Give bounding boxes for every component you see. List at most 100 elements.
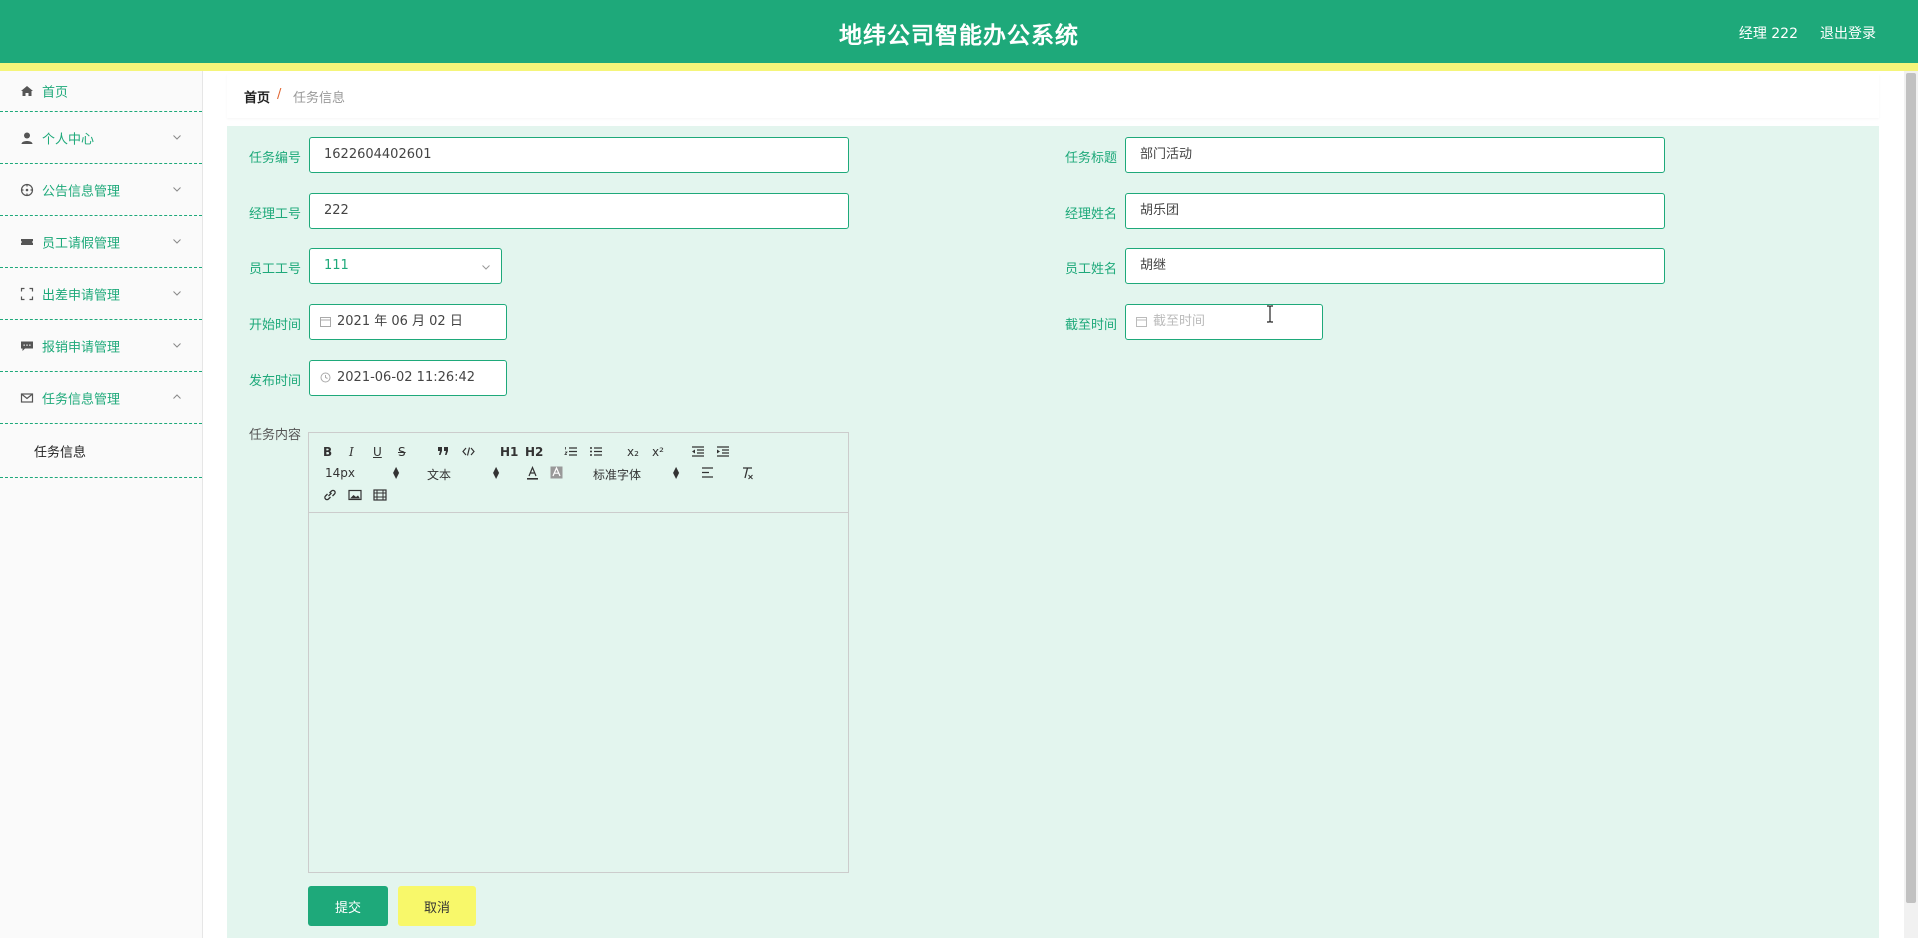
calendar-icon <box>320 317 331 327</box>
italic-button[interactable]: I <box>349 445 354 459</box>
sidebar-item-announcements[interactable]: 公告信息管理 <box>0 164 202 216</box>
start-time-datepicker[interactable]: 2021 年 06 月 02 日 <box>309 304 507 340</box>
strike-button[interactable]: S <box>398 445 406 459</box>
rich-text-editor: B I U S H1 H2 x₂ x² 14px ▲ ▼ 文本 ▲ ▼ 标准字体… <box>308 432 849 873</box>
sidebar-item-label: 首页 <box>42 85 69 101</box>
text-cursor-icon <box>1267 305 1273 323</box>
manager-no-label: 经理工号 <box>249 207 302 222</box>
font-size-value: 14px <box>325 466 355 480</box>
manager-name-input[interactable]: 胡乐团 <box>1125 193 1665 229</box>
chevron-down-icon <box>173 134 181 140</box>
sidebar-item-home[interactable]: 首页 <box>0 71 202 112</box>
task-title-label: 任务标题 <box>1065 151 1118 166</box>
sidebar-item-task-management[interactable]: 任务信息管理 <box>0 372 202 424</box>
image-icon[interactable] <box>348 489 362 501</box>
task-title-input[interactable]: 部门活动 <box>1125 137 1665 173</box>
home-icon <box>21 86 33 96</box>
manager-name-label: 经理姓名 <box>1065 207 1118 222</box>
subscript-button[interactable]: x₂ <box>627 445 639 459</box>
chevron-down-icon <box>173 342 181 348</box>
clock-icon <box>320 372 331 383</box>
sidebar-item-label: 员工请假管理 <box>42 236 121 251</box>
underline-button[interactable]: U <box>373 445 382 459</box>
superscript-button[interactable]: x² <box>652 445 664 459</box>
outdent-icon[interactable] <box>691 446 705 457</box>
cancel-button[interactable]: 取消 <box>398 886 476 926</box>
sidebar-item-label: 个人中心 <box>42 132 95 147</box>
header-select-value: 文本 <box>427 468 452 482</box>
employee-name-input[interactable]: 胡继 <box>1125 248 1665 284</box>
breadcrumb-home[interactable]: 首页 <box>244 87 270 106</box>
link-icon[interactable] <box>323 489 337 501</box>
chevron-down-icon <box>173 238 181 244</box>
sidebar-item-label: 任务信息管理 <box>42 392 121 407</box>
background-color-icon[interactable] <box>550 466 563 480</box>
end-time-label: 截至时间 <box>1065 318 1118 333</box>
sidebar-item-business-trip[interactable]: 出差申请管理 <box>0 268 202 320</box>
select-arrows-icon: ▲ ▼ <box>673 465 680 480</box>
employee-no-select[interactable]: 111 <box>309 248 502 284</box>
task-no-label: 任务编号 <box>249 151 302 166</box>
compass-icon <box>20 183 34 196</box>
fullscreen-icon <box>20 287 34 300</box>
publish-time-label: 发布时间 <box>249 374 302 389</box>
calendar-icon <box>1136 317 1147 327</box>
app-title: 地纬公司智能办公系统 <box>839 23 1079 49</box>
publish-time-datepicker[interactable]: 2021-06-02 11:26:42 <box>309 360 507 396</box>
sidebar: 首页 个人中心 公告信息管理 员工请假管理 出差申请管理 报销申请管理 任务信息… <box>0 71 203 938</box>
header-stripe <box>0 63 1918 71</box>
editor-toolbar: B I U S H1 H2 x₂ x² 14px ▲ ▼ 文本 ▲ ▼ 标准字体… <box>309 433 848 513</box>
start-time-label: 开始时间 <box>249 318 302 333</box>
employee-name-label: 员工姓名 <box>1065 262 1118 277</box>
logout-link[interactable]: 退出登录 <box>1820 23 1876 43</box>
page-scrollbar[interactable] <box>1904 71 1918 938</box>
chevron-down-icon <box>482 265 490 270</box>
select-arrows-icon: ▲ ▼ <box>393 465 400 480</box>
breadcrumb-separator: / <box>277 87 282 102</box>
indent-icon[interactable] <box>716 446 730 457</box>
clear-format-icon[interactable] <box>741 466 754 480</box>
align-left-icon[interactable] <box>701 467 714 478</box>
breadcrumb-current: 任务信息 <box>293 91 346 106</box>
select-arrows-icon: ▲ ▼ <box>493 465 500 480</box>
sidebar-item-label: 公告信息管理 <box>42 184 121 199</box>
user-icon <box>21 132 33 144</box>
breadcrumb: 首页 / 任务信息 <box>227 74 1879 118</box>
sidebar-item-label: 出差申请管理 <box>42 288 121 303</box>
ordered-list-icon[interactable] <box>564 446 578 457</box>
top-header: 地纬公司智能办公系统 经理 222 退出登录 <box>0 0 1918 63</box>
font-size-select[interactable]: 14px ▲ ▼ <box>325 465 405 481</box>
chevron-down-icon <box>173 290 181 296</box>
bullet-list-icon[interactable] <box>589 446 603 457</box>
sidebar-item-reimbursement[interactable]: 报销申请管理 <box>0 320 202 372</box>
submit-button[interactable]: 提交 <box>308 886 388 926</box>
task-form: 任务编号 1622604402601 任务标题 部门活动 经理工号 222 经理… <box>227 126 1879 938</box>
sidebar-item-leave[interactable]: 员工请假管理 <box>0 216 202 268</box>
header-select[interactable]: 文本 ▲ ▼ <box>427 465 507 483</box>
editor-content-area[interactable] <box>309 513 848 872</box>
scrollbar-thumb[interactable] <box>1906 73 1916 903</box>
end-time-datepicker[interactable]: 截至时间 <box>1125 304 1323 340</box>
font-family-select[interactable]: 标准字体 ▲ ▼ <box>593 465 683 483</box>
h1-button[interactable]: H1 <box>500 445 518 459</box>
employee-no-value: 111 <box>324 258 349 273</box>
sidebar-subitem-task-info[interactable]: 任务信息 <box>0 424 202 478</box>
bold-button[interactable]: B <box>323 445 332 459</box>
current-user: 经理 222 <box>1738 26 1798 42</box>
start-time-value: 2021 年 06 月 02 日 <box>337 314 463 329</box>
sidebar-item-personal-center[interactable]: 个人中心 <box>0 112 202 164</box>
publish-time-value: 2021-06-02 11:26:42 <box>337 370 476 385</box>
blockquote-icon[interactable] <box>437 446 450 457</box>
h2-button[interactable]: H2 <box>525 445 543 459</box>
comment-icon <box>21 341 33 351</box>
font-color-icon[interactable] <box>526 466 539 480</box>
video-icon[interactable] <box>373 489 387 501</box>
sidebar-item-label: 报销申请管理 <box>42 340 121 355</box>
end-time-placeholder: 截至时间 <box>1153 314 1206 329</box>
content-label: 任务内容 <box>249 428 302 443</box>
employee-no-label: 员工工号 <box>249 262 302 277</box>
code-block-icon[interactable] <box>462 446 475 457</box>
manager-no-input[interactable]: 222 <box>309 193 849 229</box>
mail-icon <box>20 392 34 403</box>
task-no-input[interactable]: 1622604402601 <box>309 137 849 173</box>
